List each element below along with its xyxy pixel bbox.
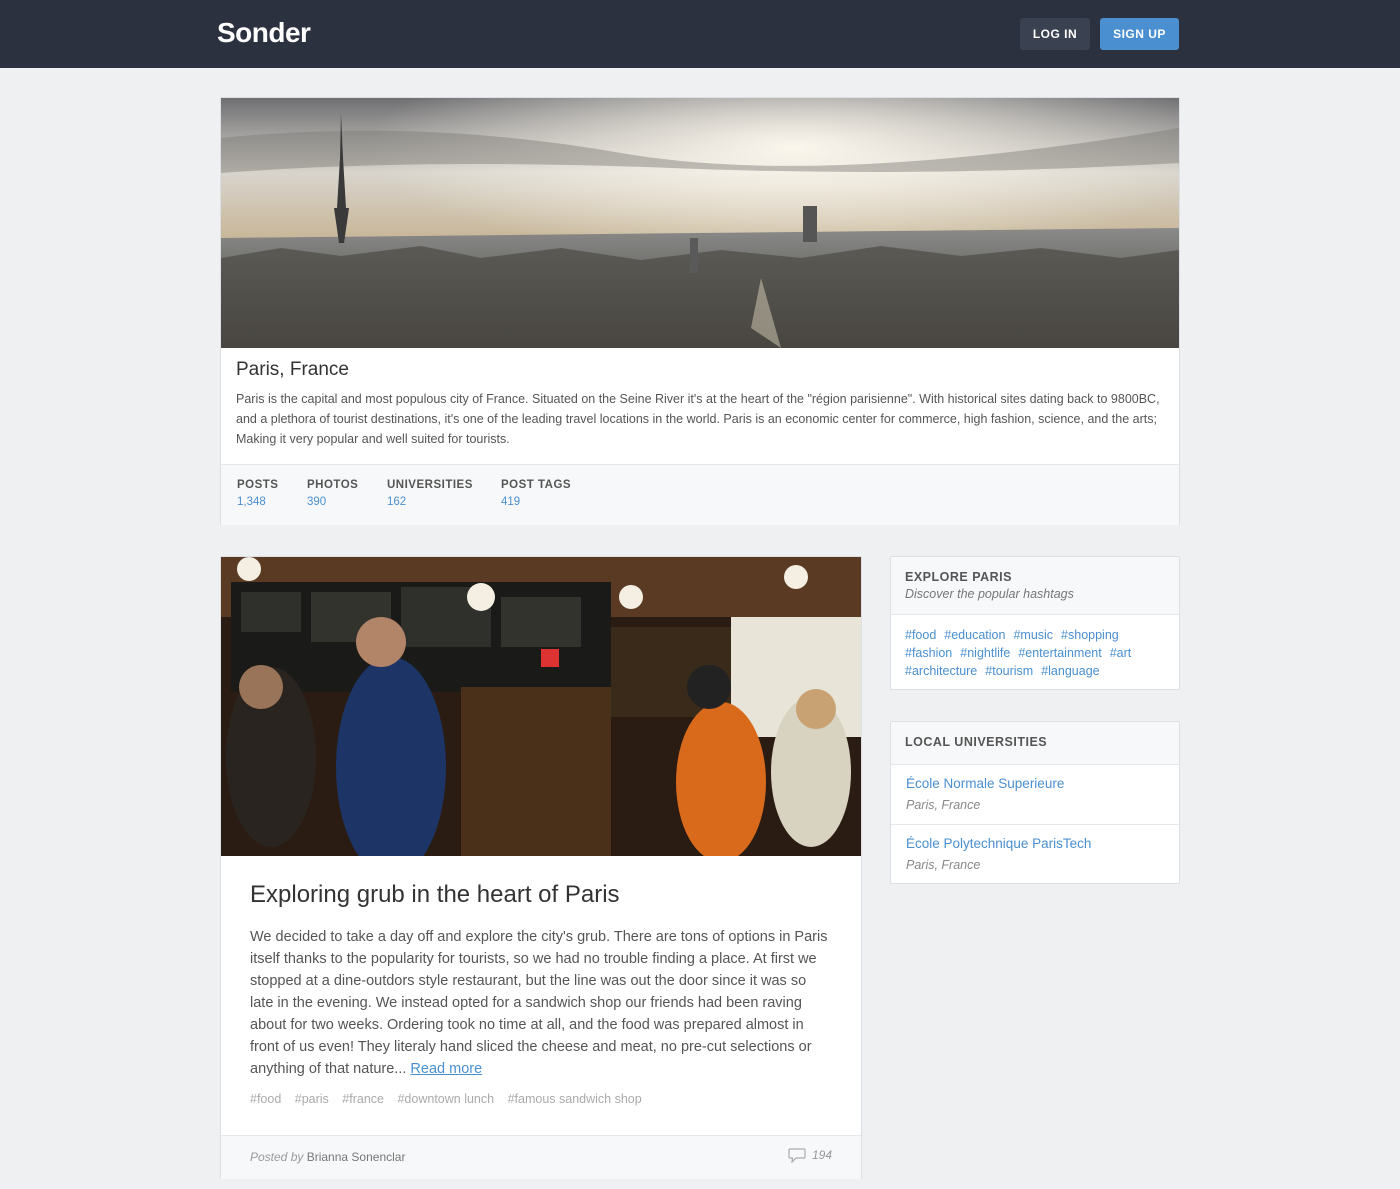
post-tags: #food #paris #france #downtown lunch #fa… — [250, 1092, 652, 1106]
university-item: École Polytechnique ParisTech Paris, Fra… — [891, 825, 1179, 885]
post-tag[interactable]: #downtown lunch — [397, 1092, 494, 1106]
stat-value: 162 — [387, 496, 407, 508]
posted-by-label: Posted by — [250, 1150, 304, 1164]
university-name-link[interactable]: École Normale Superieure — [906, 776, 1164, 791]
explore-title: EXPLORE PARIS — [905, 570, 1012, 584]
explore-subtitle: Discover the popular hashtags — [905, 587, 1074, 601]
university-location: Paris, France — [906, 798, 981, 812]
login-button[interactable]: LOG IN — [1020, 18, 1090, 50]
post-tag[interactable]: #famous sandwich shop — [508, 1092, 642, 1106]
post-title[interactable]: Exploring grub in the heart of Paris — [250, 881, 620, 909]
city-banner-image — [221, 98, 1179, 348]
stat-label: POSTS — [237, 479, 279, 491]
hashtag-link[interactable]: #nightlife — [960, 646, 1010, 660]
hashtag-link[interactable]: #music — [1013, 628, 1053, 642]
post-footer: Posted by Brianna Sonenclar 194 — [221, 1135, 861, 1179]
stat-label: POST TAGS — [501, 479, 572, 491]
brand-logo[interactable]: Sonder — [217, 17, 311, 49]
stat-value: 1,348 — [237, 496, 266, 508]
city-title: Paris, France — [236, 359, 349, 380]
post-image[interactable] — [221, 557, 861, 856]
university-name-link[interactable]: École Polytechnique ParisTech — [906, 836, 1164, 851]
comment-count: 194 — [811, 1148, 832, 1162]
post-body: We decided to take a day off and explore… — [250, 926, 830, 1080]
hashtag-link[interactable]: #fashion — [905, 646, 952, 660]
read-more-link[interactable]: Read more — [410, 1061, 482, 1077]
hashtag-link[interactable]: #tourism — [985, 664, 1033, 678]
post-body-text: We decided to take a day off and explore… — [250, 929, 828, 1077]
comments-link[interactable]: 194 — [788, 1148, 832, 1164]
city-card: Paris, France Paris is the capital and m… — [220, 97, 1180, 525]
hashtag-link[interactable]: #entertainment — [1018, 646, 1101, 660]
city-description: Paris is the capital and most populous c… — [236, 392, 1160, 446]
hashtag-link[interactable]: #art — [1110, 646, 1132, 660]
stat-posts[interactable]: POSTS 1,348 — [237, 479, 278, 508]
stat-universities[interactable]: UNIVERSITIES 162 — [387, 479, 473, 508]
hashtag-link[interactable]: #language — [1041, 664, 1099, 678]
author-name[interactable]: Brianna Sonenclar — [307, 1150, 406, 1164]
stat-post-tags[interactable]: POST TAGS 419 — [501, 479, 571, 508]
stat-value: 390 — [307, 496, 327, 508]
comment-icon — [788, 1148, 806, 1164]
hashtag-link[interactable]: #food — [905, 628, 936, 642]
universities-title: LOCAL UNIVERSITIES — [905, 735, 1048, 749]
stat-photos[interactable]: PHOTOS 390 — [307, 479, 358, 508]
posted-by: Posted by Brianna Sonenclar — [250, 1150, 405, 1164]
stat-label: PHOTOS — [307, 479, 359, 491]
hashtag-link[interactable]: #architecture — [905, 664, 977, 678]
post-tag[interactable]: #paris — [295, 1092, 329, 1106]
university-item: École Normale Superieure Paris, France — [891, 765, 1179, 825]
post-tag[interactable]: #france — [342, 1092, 384, 1106]
stat-value: 419 — [501, 496, 521, 508]
hashtag-list: #food #education #music #shopping #fashion #… — [891, 615, 1179, 691]
post-tag[interactable]: #food — [250, 1092, 281, 1106]
explore-card: EXPLORE PARIS Discover the popular hasht… — [890, 556, 1180, 690]
stat-label: UNIVERSITIES — [387, 479, 473, 491]
city-stats-bar: POSTS 1,348 PHOTOS 390 UNIVERSITIES 162 … — [221, 464, 1179, 525]
post-card: Exploring grub in the heart of Paris We … — [220, 556, 862, 1179]
hashtag-link[interactable]: #education — [944, 628, 1005, 642]
universities-card: LOCAL UNIVERSITIES École Normale Superie… — [890, 721, 1180, 884]
hashtag-link[interactable]: #shopping — [1061, 628, 1119, 642]
university-location: Paris, France — [906, 858, 981, 872]
top-navbar: Sonder LOG IN SIGN UP — [0, 0, 1400, 68]
signup-button[interactable]: SIGN UP — [1100, 18, 1179, 50]
